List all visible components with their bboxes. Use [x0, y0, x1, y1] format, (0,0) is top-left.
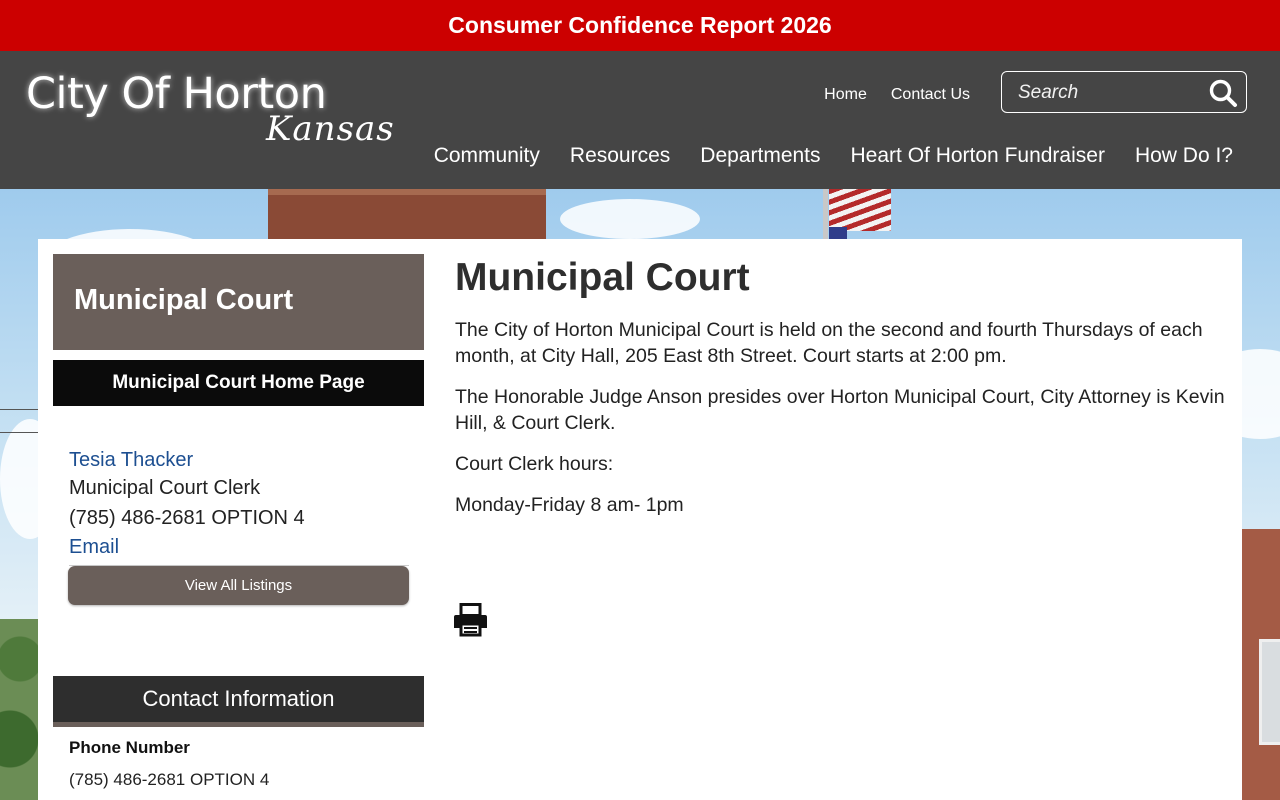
article-paragraph: Court Clerk hours: — [455, 453, 614, 475]
phone-number-label: Phone Number — [69, 738, 190, 757]
util-link-contact-us[interactable]: Contact Us — [891, 86, 970, 104]
view-all-listings-label[interactable]: View All Listings — [185, 577, 292, 594]
alert-banner[interactable]: Consumer Confidence Report 2026 — [0, 0, 1280, 51]
sidebar-home-link[interactable]: Municipal Court Home Page — [53, 360, 424, 406]
contact-name-link[interactable]: Tesia Thacker — [69, 446, 409, 474]
nav-community[interactable]: Community — [434, 144, 540, 168]
view-all-listings-button[interactable]: View All Listings — [68, 566, 409, 605]
article-body: The City of Horton Municipal Court is he… — [455, 317, 1235, 533]
util-link-home[interactable]: Home — [824, 86, 867, 104]
nav-how-do-i[interactable]: How Do I? — [1135, 144, 1233, 168]
nav-heart-of-horton-fundraiser[interactable]: Heart Of Horton Fundraiser — [851, 144, 1105, 168]
contact-role: Municipal Court Clerk — [69, 477, 261, 499]
sidebar-title-box: Municipal Court — [53, 254, 424, 350]
contact-phone: (785) 486-2681 OPTION 4 — [69, 507, 305, 529]
search-box — [1001, 71, 1247, 113]
site-logo-subtitle[interactable]: Kansas — [266, 109, 395, 149]
article-paragraph: Monday-Friday 8 am- 1pm — [455, 494, 684, 516]
page-title: Municipal Court — [455, 256, 750, 299]
content-card: Municipal Court Municipal Court Home Pag… — [38, 239, 1242, 800]
contact-information-title: Contact Information — [142, 686, 335, 711]
nav-resources[interactable]: Resources — [570, 144, 670, 168]
search-icon[interactable] — [1208, 78, 1238, 108]
staff-contact: Tesia Thacker Municipal Court Clerk (785… — [69, 446, 409, 561]
sidebar-home-link-label[interactable]: Municipal Court Home Page — [112, 372, 364, 394]
contact-email-link[interactable]: Email — [69, 533, 409, 561]
phone-number-value: (785) 486-2681 OPTION 4 — [69, 770, 270, 789]
article-paragraph: The City of Horton Municipal Court is he… — [455, 319, 1203, 367]
site-header: City Of Horton Kansas Home Contact Us Co… — [0, 51, 1280, 189]
main-nav: Community Resources Departments Heart Of… — [434, 144, 1233, 168]
nav-departments[interactable]: Departments — [700, 144, 820, 168]
print-icon[interactable] — [454, 603, 487, 637]
utility-nav: Home Contact Us — [824, 86, 970, 104]
sidebar-title: Municipal Court — [74, 284, 294, 316]
alert-banner-text[interactable]: Consumer Confidence Report 2026 — [448, 12, 831, 39]
search-input[interactable] — [1016, 80, 1205, 106]
contact-information-header: Contact Information — [53, 676, 424, 727]
article-paragraph: The Honorable Judge Anson presides over … — [455, 386, 1225, 434]
